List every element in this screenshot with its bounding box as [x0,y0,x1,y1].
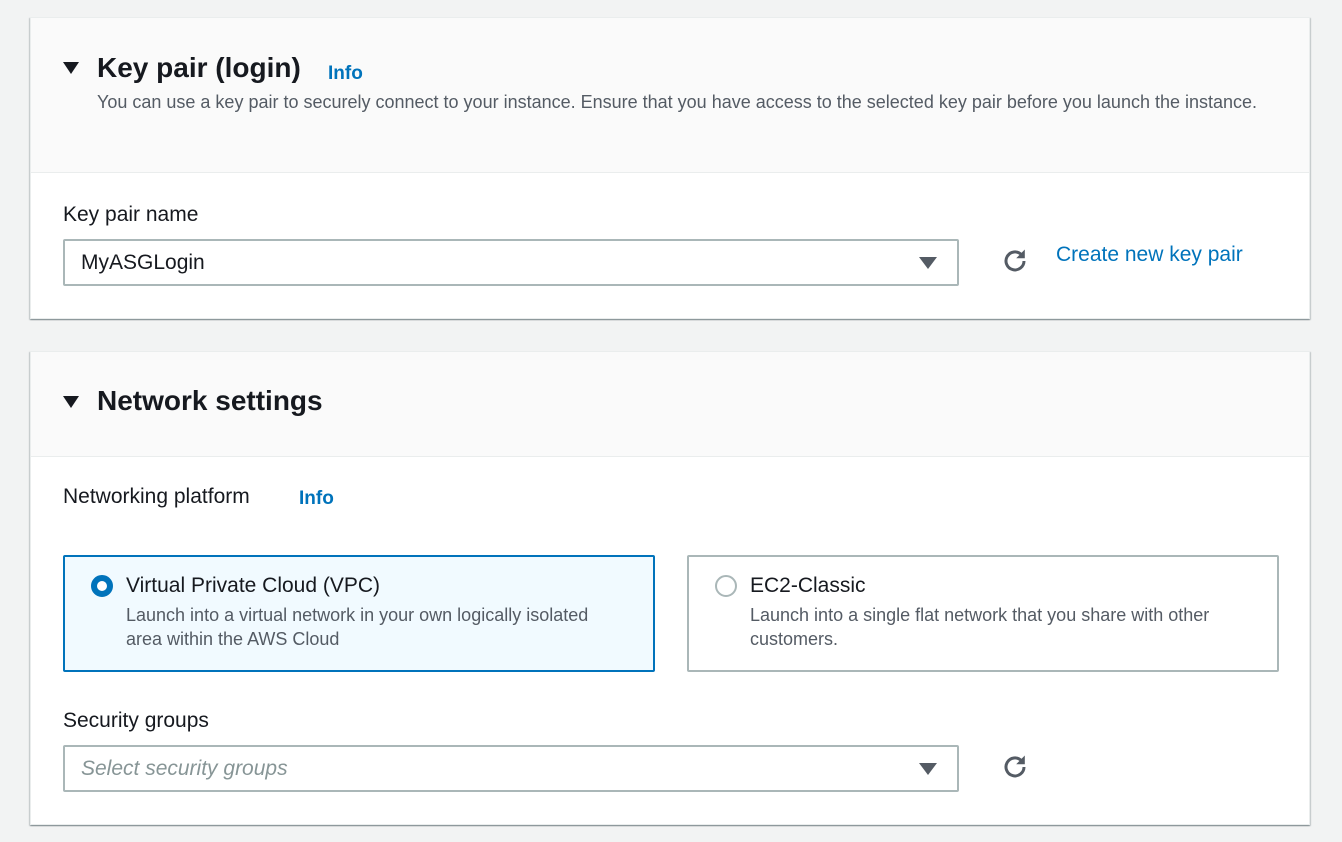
networking-platform-info-link[interactable]: Info [299,488,334,510]
security-groups-label: Security groups [63,709,209,732]
key-pair-info-link[interactable]: Info [328,63,363,85]
network-settings-panel: Network settings Networking platform Inf… [30,351,1310,825]
key-pair-panel: Key pair (login) Info You can use a key … [30,17,1310,319]
ec2-classic-radio[interactable] [715,575,737,597]
vpc-option-tile[interactable]: Virtual Private Cloud (VPC) Launch into … [63,555,655,672]
ec2-classic-option-title: EC2-Classic [750,574,866,597]
refresh-icon[interactable] [999,245,1031,277]
chevron-down-icon [919,257,937,269]
chevron-down-icon [919,763,937,775]
collapse-caret-icon[interactable] [63,396,79,408]
security-groups-select[interactable]: Select security groups [63,745,959,792]
network-settings-title: Network settings [97,385,323,416]
key-pair-description: You can use a key pair to securely conne… [97,92,1258,112]
vpc-option-description: Launch into a virtual network in your ow… [126,605,589,649]
key-pair-title: Key pair (login) [97,52,301,83]
key-pair-name-label: Key pair name [63,203,199,226]
vpc-radio[interactable] [91,575,113,597]
network-settings-panel-header[interactable]: Network settings [31,352,1309,457]
ec2-classic-option-description: Launch into a single flat network that y… [750,605,1210,649]
key-pair-panel-header[interactable]: Key pair (login) Info You can use a key … [31,18,1309,173]
key-pair-select-value: MyASGLogin [81,251,205,274]
ec2-classic-option-tile[interactable]: EC2-Classic Launch into a single flat ne… [687,555,1279,672]
collapse-caret-icon[interactable] [63,62,79,74]
create-new-key-pair-link[interactable]: Create new key pair [1056,243,1243,267]
security-groups-placeholder: Select security groups [81,757,288,780]
key-pair-select[interactable]: MyASGLogin [63,239,959,286]
vpc-option-title: Virtual Private Cloud (VPC) [126,574,381,597]
refresh-icon[interactable] [999,751,1031,783]
networking-platform-label: Networking platform [63,485,250,508]
